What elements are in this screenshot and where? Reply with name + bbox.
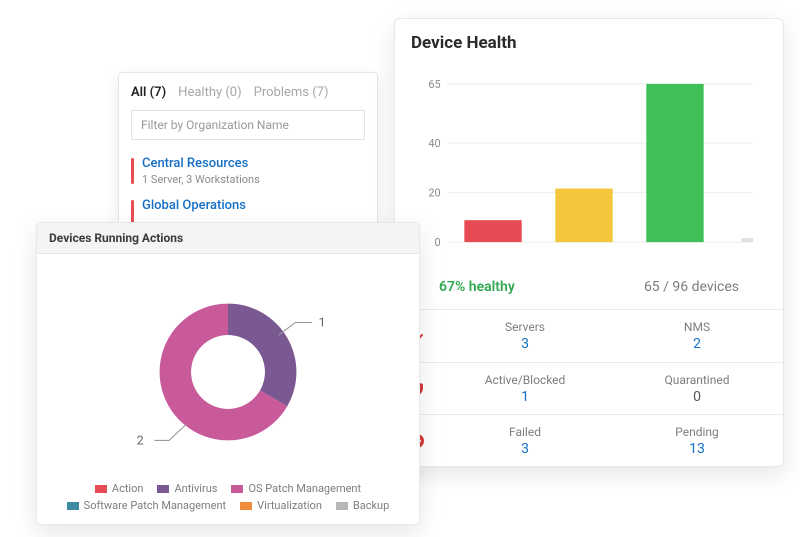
- cell-value: 0: [611, 389, 783, 405]
- org-subtitle: 1 Server, 3 Workstations: [142, 173, 260, 186]
- servers-cell[interactable]: Servers 3: [439, 314, 611, 358]
- quarantined-cell[interactable]: Quarantined 0: [611, 367, 783, 411]
- org-filter-input[interactable]: Filter by Organization Name: [131, 110, 365, 140]
- cell-value: 2: [611, 336, 783, 352]
- bar-needs-attention: [555, 189, 612, 243]
- legend-item: Backup: [336, 499, 389, 512]
- bar-unhealthy: [464, 220, 521, 242]
- tab-problems[interactable]: Problems (7): [254, 85, 329, 100]
- health-row: Failed 3 Pending 13: [395, 414, 783, 466]
- health-breakdown: Servers 3 NMS 2 Active/Blocked 1 Quarant…: [395, 309, 783, 466]
- health-row: Servers 3 NMS 2: [395, 310, 783, 362]
- legend-item: Virtualization: [240, 499, 322, 512]
- svg-text:0: 0: [435, 236, 441, 249]
- svg-text:20: 20: [428, 187, 440, 200]
- organizations-panel: All (7) Healthy (0) Problems (7) Filter …: [118, 72, 378, 247]
- active-blocked-cell[interactable]: Active/Blocked 1: [439, 367, 611, 411]
- device-health-panel: Device Health 0 20 40 65 67% h: [394, 18, 784, 467]
- cell-value: 1: [439, 389, 611, 405]
- org-name: Global Operations: [142, 198, 246, 213]
- bar-healthy: [646, 84, 703, 242]
- tab-all[interactable]: All (7): [131, 85, 166, 100]
- svg-text:65: 65: [428, 78, 440, 91]
- cell-value: 3: [439, 441, 611, 457]
- donut-legend: Action Antivirus OS Patch Management Sof…: [37, 478, 419, 512]
- health-summary: 67% healthy 65 / 96 devices: [395, 273, 783, 309]
- legend-item: Action: [95, 482, 144, 495]
- cell-value: 3: [439, 336, 611, 352]
- healthy-percent: 67% healthy: [439, 279, 515, 295]
- donut-chart: 1 2: [98, 272, 358, 472]
- svg-text:40: 40: [428, 137, 440, 150]
- org-tabs: All (7) Healthy (0) Problems (7): [119, 83, 377, 110]
- status-bar-icon: [131, 158, 134, 184]
- device-health-bar-chart: 0 20 40 65: [395, 63, 783, 273]
- cell-label: Failed: [439, 425, 611, 439]
- panel-title: Device Health: [395, 19, 783, 63]
- panel-title: Devices Running Actions: [37, 223, 419, 254]
- cell-value: 13: [611, 441, 783, 457]
- org-name: Central Resources: [142, 156, 260, 171]
- cell-label: Active/Blocked: [439, 373, 611, 387]
- devices-running-actions-panel: Devices Running Actions 1 2 Acti: [36, 222, 420, 525]
- legend-item: Antivirus: [157, 482, 217, 495]
- legend-item: OS Patch Management: [231, 482, 361, 495]
- device-count: 65 / 96 devices: [644, 279, 739, 295]
- tab-healthy[interactable]: Healthy (0): [178, 85, 241, 100]
- nms-cell[interactable]: NMS 2: [611, 314, 783, 358]
- callout-antivirus: 1: [319, 316, 326, 331]
- failed-cell[interactable]: Failed 3: [439, 419, 611, 463]
- callout-os-patch: 2: [137, 434, 144, 449]
- legend-item: Software Patch Management: [67, 499, 226, 512]
- cell-label: Pending: [611, 425, 783, 439]
- org-item[interactable]: Central Resources 1 Server, 3 Workstatio…: [119, 150, 377, 192]
- cell-label: Servers: [439, 320, 611, 334]
- cell-label: NMS: [611, 320, 783, 334]
- health-row: Active/Blocked 1 Quarantined 0: [395, 362, 783, 414]
- cell-label: Quarantined: [611, 373, 783, 387]
- pending-cell[interactable]: Pending 13: [611, 419, 783, 463]
